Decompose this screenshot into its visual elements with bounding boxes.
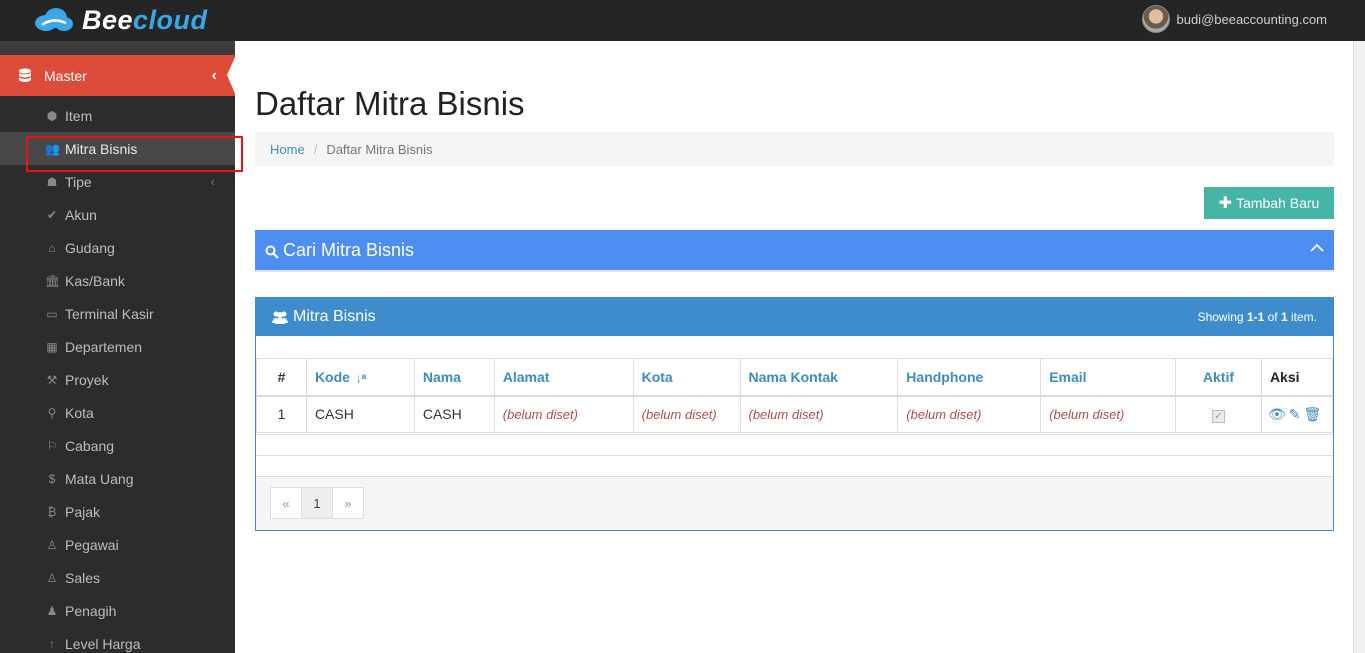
sidebar-item-akun[interactable]: ✔ Akun xyxy=(0,198,235,231)
database-icon xyxy=(19,68,31,82)
home-icon: ⌂ xyxy=(48,240,56,255)
sitemap-icon: ☗ xyxy=(46,174,58,189)
cell-nama-kontak: (belum diset) xyxy=(739,395,899,433)
grid-title: Mitra Bisnis xyxy=(293,308,376,325)
cell-aksi: 👁 ✎ 🗑 xyxy=(1260,395,1334,433)
cell-kode: CASH xyxy=(305,395,415,433)
selection-highlight-box xyxy=(26,136,243,172)
sidebar-section-label: Master xyxy=(44,67,87,84)
person-icon: ♙ xyxy=(46,537,58,552)
mitra-bisnis-grid-panel: Mitra Bisnis Showing 1-1 of 1 item. # Ko… xyxy=(255,297,1334,531)
grid-footer: « 1 » xyxy=(256,476,1333,530)
cell-handphone: (belum diset) xyxy=(897,395,1042,433)
sidebar-item-cabang[interactable]: ⚐ Cabang xyxy=(0,429,235,462)
mitra-bisnis-table: # Kode ↓ᵃ Nama Alamat Kota Nama Kontak H… xyxy=(256,358,1334,433)
column-header-aktif[interactable]: Aktif xyxy=(1175,358,1262,397)
cloud-logo-icon xyxy=(35,8,73,31)
search-panel-title: Cari Mitra Bisnis xyxy=(283,239,415,260)
flag-icon: ⚐ xyxy=(46,438,58,453)
column-header-email[interactable]: Email xyxy=(1040,358,1177,397)
table-row: 1 CASH CASH (belum diset) (belum diset) … xyxy=(256,395,1334,433)
sidebar-item-kota[interactable]: ⚲ Kota xyxy=(0,396,235,429)
sidebar-item-item[interactable]: ⬢ Item xyxy=(0,99,235,132)
vertical-scrollbar[interactable] xyxy=(1353,41,1365,653)
cell-email: (belum diset) xyxy=(1040,395,1177,433)
user-email: budi@beeaccounting.com xyxy=(1176,11,1327,27)
sidebar: Master ‹ ⬢ Item 👥 Mitra Bisnis ☗ Tipe ‹ ✔ Aku… xyxy=(0,41,236,653)
pagination-page-1[interactable]: 1 xyxy=(301,487,333,519)
trash-icon[interactable]: 🗑 xyxy=(1303,406,1321,422)
breadcrumb: Home / Daftar Mitra Bisnis xyxy=(255,132,1334,166)
search-panel-header[interactable]: Cari Mitra Bisnis xyxy=(255,230,1334,272)
check-icon: ✔ xyxy=(46,207,58,222)
user-icon: ♟ xyxy=(46,603,58,618)
sidebar-item-level-harga[interactable]: ↑ Level Harga xyxy=(0,627,235,653)
person-icon: ♙ xyxy=(46,570,58,585)
column-header-nama-kontak[interactable]: Nama Kontak xyxy=(739,358,899,397)
cell-aktif: ✓ xyxy=(1175,395,1262,433)
bank-icon: 🏛 xyxy=(45,273,61,288)
dollar-icon: $ xyxy=(48,471,56,486)
hammer-icon: ⚒ xyxy=(46,372,58,387)
pagination-prev[interactable]: « xyxy=(270,487,302,519)
column-header-number: # xyxy=(256,358,307,397)
chevron-left-icon: ‹ xyxy=(210,174,215,189)
sidebar-item-proyek[interactable]: ⚒ Proyek xyxy=(0,363,235,396)
page-title: Daftar Mitra Bisnis xyxy=(255,85,525,122)
sidebar-section-master[interactable]: Master ‹ xyxy=(0,55,236,96)
column-header-alamat[interactable]: Alamat xyxy=(493,358,634,397)
user-menu[interactable]: budi@beeaccounting.com xyxy=(1142,3,1327,35)
search-icon xyxy=(265,245,279,259)
cell-nama: CASH xyxy=(413,395,495,433)
add-new-button[interactable]: ✚ Tambah Baru xyxy=(1204,187,1334,219)
cell-alamat: (belum diset) xyxy=(493,395,634,433)
sidebar-item-penagih[interactable]: ♟ Penagih xyxy=(0,594,235,627)
column-header-kode[interactable]: Kode ↓ᵃ xyxy=(305,358,415,397)
sidebar-item-kas-bank[interactable]: 🏛 Kas/Bank xyxy=(0,264,235,297)
sidebar-item-departemen[interactable]: ▦ Departemen xyxy=(0,330,235,363)
brand-name-part2: cloud xyxy=(133,4,208,35)
cube-icon: ⬢ xyxy=(46,108,58,123)
sidebar-item-sales[interactable]: ♙ Sales xyxy=(0,561,235,594)
sort-ascending-icon: ↓ᵃ xyxy=(355,370,367,385)
sidebar-item-pegawai[interactable]: ♙ Pegawai xyxy=(0,528,235,561)
grid-summary: Showing 1-1 of 1 item. xyxy=(1197,310,1317,324)
edit-pencil-icon[interactable]: ✎ xyxy=(1289,406,1301,422)
bitcoin-icon: ₿ xyxy=(47,504,57,519)
monitor-icon: ▭ xyxy=(46,306,58,321)
cell-number: 1 xyxy=(256,395,307,433)
plus-icon: ✚ xyxy=(1218,195,1233,212)
sidebar-item-pajak[interactable]: ₿ Pajak xyxy=(0,495,235,528)
arrow-up-icon: ↑ xyxy=(49,636,55,651)
pagination: « 1 » xyxy=(270,487,364,519)
brand-logo[interactable]: Beecloud xyxy=(32,3,208,37)
view-icon[interactable]: 👁 xyxy=(1268,406,1286,422)
column-header-kota[interactable]: Kota xyxy=(632,358,741,397)
brand-name-part1: Bee xyxy=(82,4,134,35)
column-header-handphone[interactable]: Handphone xyxy=(897,358,1042,397)
top-navbar: Beecloud budi@beeaccounting.com xyxy=(0,0,1365,41)
pagination-next[interactable]: » xyxy=(332,487,364,519)
avatar xyxy=(1142,5,1171,33)
map-marker-icon: ⚲ xyxy=(47,405,57,420)
building-icon: ▦ xyxy=(46,339,58,354)
sidebar-item-terminal-kasir[interactable]: ▭ Terminal Kasir xyxy=(0,297,235,330)
table-header-row: # Kode ↓ᵃ Nama Alamat Kota Nama Kontak H… xyxy=(256,358,1334,397)
sidebar-item-gudang[interactable]: ⌂ Gudang xyxy=(0,231,235,264)
main-content: Daftar Mitra Bisnis Home / Daftar Mitra … xyxy=(235,41,1353,653)
users-icon xyxy=(272,311,288,324)
sidebar-submenu: ⬢ Item 👥 Mitra Bisnis ☗ Tipe ‹ ✔ Akun ⌂ Gudang… xyxy=(0,96,235,653)
breadcrumb-current: Daftar Mitra Bisnis xyxy=(326,141,433,157)
column-header-aksi: Aksi xyxy=(1260,358,1334,397)
aktif-checkbox: ✓ xyxy=(1211,409,1225,423)
grid-panel-header: Mitra Bisnis Showing 1-1 of 1 item. xyxy=(256,298,1333,336)
chevron-left-icon: ‹ xyxy=(211,67,217,84)
cell-kota: (belum diset) xyxy=(632,395,741,433)
breadcrumb-home-link[interactable]: Home xyxy=(270,142,305,157)
column-header-nama[interactable]: Nama xyxy=(413,358,495,397)
sidebar-item-mata-uang[interactable]: $ Mata Uang xyxy=(0,462,235,495)
chevron-up-icon[interactable] xyxy=(1310,241,1324,255)
